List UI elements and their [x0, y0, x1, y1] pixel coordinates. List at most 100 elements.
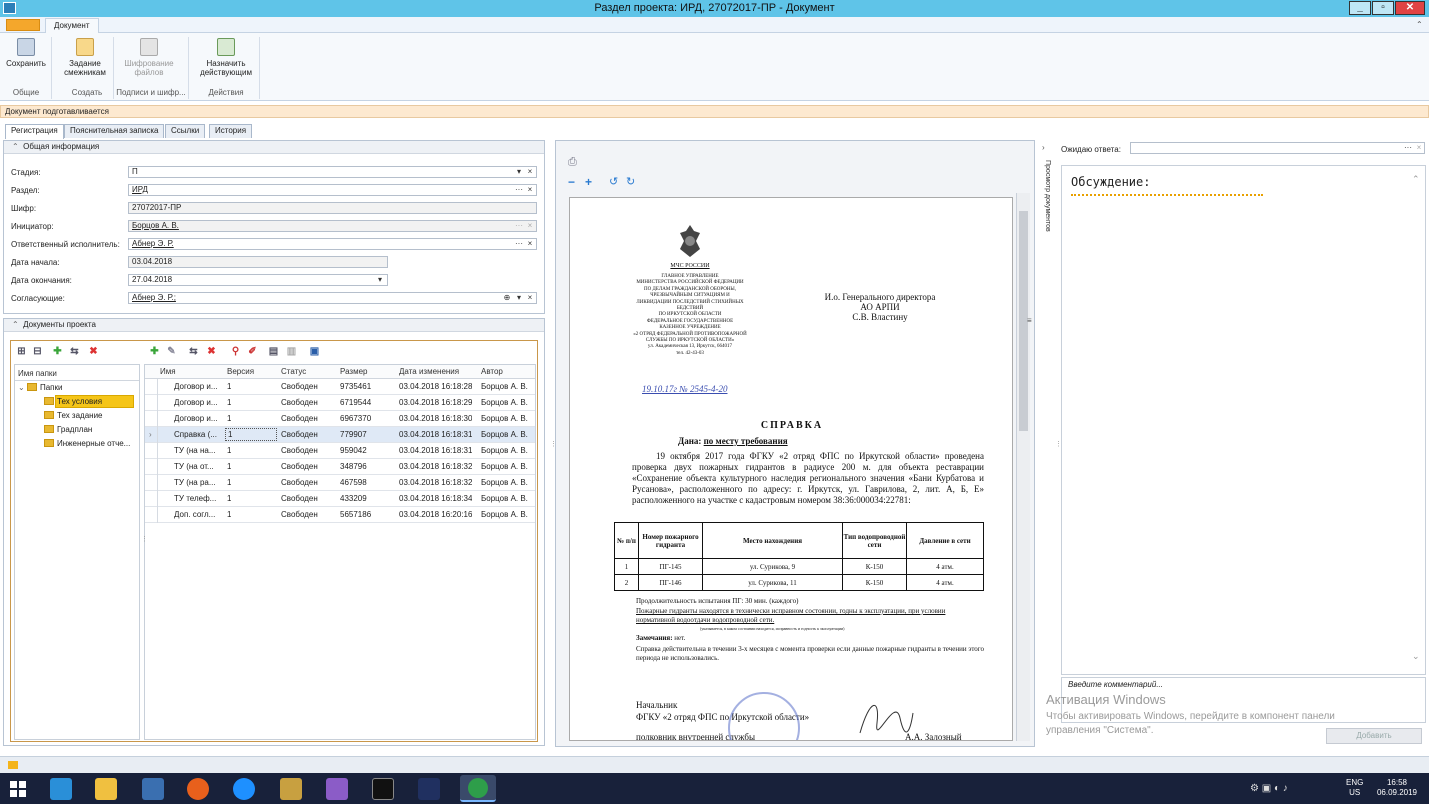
preview-side-label[interactable]: Просмотр документов	[1039, 160, 1051, 232]
documents-header[interactable]: ⌃ Документы проекта	[4, 319, 544, 332]
comment-placeholder: Введите комментарий...	[1068, 680, 1163, 689]
bottom-strip	[0, 756, 1429, 773]
add-document-icon[interactable]: ✚	[149, 346, 160, 357]
tree-folder-engineering[interactable]: Инженерные отче...	[44, 439, 130, 448]
splitter-handle[interactable]: ⋮	[550, 440, 557, 448]
col-author[interactable]: Автор	[481, 367, 503, 376]
ribbon-tab-document[interactable]: Документ	[45, 18, 99, 34]
table-row[interactable]: Договор и... 1 Свободен 6967370 03.04.2018 1…	[145, 411, 535, 427]
approvers-field[interactable]: Абнер Э. Р.; ⊕ ▾ ×	[128, 292, 537, 304]
server-manager-icon[interactable]	[50, 778, 72, 800]
language-indicator[interactable]: ENG US	[1346, 778, 1363, 798]
table-row[interactable]: Доп. согл... 1 Свободен 5657186 03.04.2018 1…	[145, 507, 535, 523]
table-row[interactable]: ТУ (на от... 1 Свободен 348796 03.04.2018 16…	[145, 459, 535, 475]
table-row[interactable]: ТУ (на на... 1 Свободен 959042 03.04.2018 16…	[145, 443, 535, 459]
collapse-ribbon-icon[interactable]: ⌃	[1416, 20, 1423, 29]
app-icon[interactable]	[3, 2, 16, 14]
end-date-field[interactable]: 27.04.2018 ▾	[128, 274, 388, 286]
waiting-field[interactable]: ··· ×	[1130, 142, 1425, 154]
save-file-icon[interactable]: ▣	[309, 346, 320, 357]
delete-folder-icon[interactable]: ✖	[88, 346, 99, 357]
firefox-icon[interactable]	[187, 778, 209, 800]
encrypt-button[interactable]: Шифрование файлов	[120, 38, 178, 77]
assign-button[interactable]: Назначить действующим	[199, 38, 253, 77]
collapse-preview-icon[interactable]: ›	[1042, 143, 1045, 152]
zoom-out-icon[interactable]: −	[568, 175, 575, 189]
edit-document-icon[interactable]: ✎	[166, 346, 177, 357]
table-row[interactable]: ТУ (на ра... 1 Свободен 467598 03.04.2018 16…	[145, 475, 535, 491]
col-name[interactable]: Имя	[160, 367, 176, 376]
tab-history[interactable]: История	[209, 124, 253, 138]
task-checklist-icon	[76, 38, 94, 56]
scroll-up-icon[interactable]: ⌃	[1412, 174, 1420, 185]
edit-pen-icon[interactable]: ✐	[247, 346, 258, 357]
move-document-icon[interactable]: ⇆	[188, 346, 199, 357]
rotate-left-icon[interactable]: ↺	[609, 175, 618, 188]
tab-explanatory-note[interactable]: Пояснительная записка	[64, 124, 165, 138]
connect-icon[interactable]	[418, 778, 440, 800]
tray-icons[interactable]: ⚙ ▣ ◐ ♪	[1250, 783, 1288, 794]
collapse-all-icon[interactable]: ⊟	[32, 346, 43, 357]
move-folder-icon[interactable]: ⇆	[69, 346, 80, 357]
group-create: Создать	[71, 88, 103, 97]
windows-start-icon[interactable]	[10, 781, 26, 797]
document-body: 19 октября 2017 года ФГКУ «2 отряд ФПС п…	[632, 451, 984, 505]
stage-select[interactable]: П ▾ ×	[128, 166, 537, 178]
table-row[interactable]: Договор и... 1 Свободен 9735461 03.04.2018 1…	[145, 379, 535, 395]
file-explorer-icon[interactable]	[95, 778, 117, 800]
col-size[interactable]: Размер	[340, 367, 368, 376]
start-date-field[interactable]: 03.04.2018	[128, 256, 388, 268]
col-version[interactable]: Версия	[227, 367, 254, 376]
taskbar: ⚙ ▣ ◐ ♪ ENG US 16:58 06.09.2019	[0, 773, 1429, 804]
folder-icon[interactable]	[8, 761, 18, 769]
internet-explorer-icon[interactable]	[233, 778, 255, 800]
tools-icon[interactable]	[280, 778, 302, 800]
clock[interactable]: 16:58 06.09.2019	[1372, 778, 1422, 798]
tab-registration[interactable]: Регистрация	[5, 124, 64, 139]
close-button[interactable]: ✕	[1395, 1, 1425, 15]
table-row-selected[interactable]: › Справка (... 1 Свободен 779907 03.04.2018 1…	[145, 427, 535, 443]
scroll-grip-icon[interactable]: ≡	[1027, 316, 1032, 325]
delete-document-icon[interactable]: ✖	[206, 346, 217, 357]
tab-links[interactable]: Ссылки	[165, 124, 206, 138]
active-app-icon[interactable]	[460, 775, 496, 802]
folder-icon	[44, 439, 54, 447]
save-button[interactable]: Сохранить	[4, 38, 48, 68]
grid-header-row: Имя Версия Статус Размер Дата изменения …	[145, 365, 535, 379]
start-date-label: Дата начала:	[11, 258, 60, 267]
print-icon[interactable]: ⎙	[568, 156, 577, 169]
responsible-field[interactable]: Абнер Э. Р. ··· ×	[128, 238, 537, 250]
emblem-icon	[678, 223, 702, 259]
command-prompt-icon[interactable]	[372, 778, 394, 800]
save-icon	[17, 38, 35, 56]
visual-studio-icon[interactable]	[326, 778, 348, 800]
tree-folder-gradplan[interactable]: Градплан	[44, 425, 92, 434]
general-info-header[interactable]: ⌃ Общая информация	[4, 141, 544, 154]
code-field[interactable]: 27072017-ПР	[128, 202, 537, 214]
col-date[interactable]: Дата изменения	[399, 367, 459, 376]
expand-all-icon[interactable]: ⊞	[16, 346, 27, 357]
powershell-icon[interactable]	[142, 778, 164, 800]
add-folder-icon[interactable]: ✚	[52, 346, 63, 357]
section-field[interactable]: ИРД ··· ×	[128, 184, 537, 196]
app-menu-button[interactable]	[6, 19, 40, 31]
maximize-button[interactable]: ▫	[1372, 1, 1394, 15]
open-file-icon[interactable]: ▤	[268, 346, 279, 357]
scroll-down-icon[interactable]: ⌄	[1412, 651, 1420, 662]
preview-scrollbar[interactable]	[1016, 193, 1030, 741]
splitter-handle[interactable]: ⋮	[141, 535, 148, 543]
tree-root[interactable]: ⌄ Папки	[18, 383, 62, 392]
copy-file-icon[interactable]: ▥	[286, 346, 297, 357]
zoom-in-icon[interactable]: +	[585, 175, 592, 189]
task-button[interactable]: Задание смежникам	[62, 38, 108, 77]
initiator-field[interactable]: Борцов А. В. ··· ×	[128, 220, 537, 232]
tree-folder-tech-task[interactable]: Тех задание	[44, 411, 103, 420]
tree-folder-tech-conditions[interactable]: Тех условия	[44, 397, 102, 406]
table-row[interactable]: ТУ телеф... 1 Свободен 433209 03.04.2018 16:…	[145, 491, 535, 507]
search-icon[interactable]: ⚲	[230, 346, 241, 357]
col-status[interactable]: Статус	[281, 367, 306, 376]
rotate-right-icon[interactable]: ↻	[626, 175, 635, 188]
table-row[interactable]: Договор и... 1 Свободен 6719544 03.04.2018 1…	[145, 395, 535, 411]
add-comment-button[interactable]: Добавить	[1326, 728, 1422, 744]
minimize-button[interactable]: _	[1349, 1, 1371, 15]
